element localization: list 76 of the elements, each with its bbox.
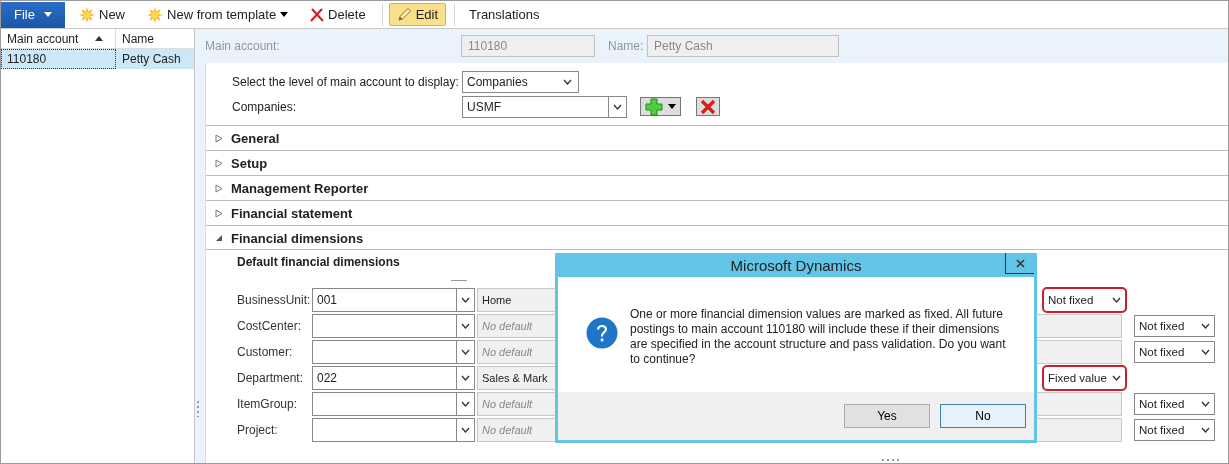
dimension-value-field[interactable] (312, 340, 475, 364)
caret-icon (668, 104, 676, 109)
question-icon (586, 317, 618, 349)
chevron-icon (1201, 349, 1210, 355)
section-header[interactable]: Management Reporter (206, 175, 1228, 200)
chevron-icon (461, 323, 470, 329)
caret-icon (280, 12, 289, 17)
field-label: Customer: (237, 345, 294, 359)
dialog-message: One or more financial dimension values are marked as fixed. All future postings to main account 110180 will include these if their dimensions are specified in the account structure and pass validation. Do you want to continue? (630, 307, 1007, 367)
chevron-icon (461, 375, 470, 381)
remove-button[interactable] (696, 97, 720, 116)
chevron-icon (1201, 323, 1210, 329)
file-menu-button[interactable]: File (1, 1, 65, 28)
field-label: Department: (237, 371, 305, 385)
toolbar-button[interactable]: Translations (461, 3, 548, 26)
dialog-button[interactable]: No (940, 404, 1026, 428)
dimension-value-field[interactable] (312, 314, 475, 338)
chevron-icon (461, 297, 470, 303)
collapsed-triangle-icon (215, 183, 223, 193)
collapsed-triangle-icon (215, 133, 223, 143)
collapsed-triangle-icon (215, 158, 223, 168)
section-header[interactable]: General (206, 125, 1228, 150)
close-button[interactable] (1005, 253, 1034, 274)
chevron-icon (613, 103, 622, 110)
dimension-value-field[interactable]: 022 (312, 366, 475, 390)
collapsed-triangle-icon (215, 208, 223, 218)
cross-icon (700, 98, 716, 115)
chevron-icon (461, 427, 470, 433)
dimension-value-field[interactable] (312, 418, 475, 442)
field-label: Main account: (205, 39, 281, 53)
chevron-icon (1112, 375, 1121, 381)
fixed-dropdown[interactable]: Not fixed (1134, 315, 1215, 337)
column-header[interactable]: Main account (1, 29, 116, 48)
cross-icon (310, 7, 325, 22)
fixed-dropdown[interactable]: Not fixed (1134, 393, 1215, 415)
group-title: Default financial dimensions (237, 255, 400, 271)
list-row[interactable]: 110180 Petty Cash (1, 49, 194, 69)
companies-field[interactable]: USMF (462, 95, 627, 118)
section-header[interactable]: Financial dimensions (206, 225, 1228, 250)
edit-button[interactable]: Edit (388, 3, 447, 26)
level-dropdown[interactable]: Companies (462, 70, 579, 93)
section-header[interactable]: Financial statement (206, 200, 1228, 225)
chevron-icon (563, 78, 572, 85)
field-label: Project: (237, 423, 279, 437)
dimension-value-field[interactable]: 001 (312, 288, 475, 312)
dialog-button[interactable]: Yes (844, 404, 930, 428)
pencil-icon (396, 7, 412, 22)
caret-icon (43, 12, 52, 17)
close-icon (1015, 258, 1025, 268)
fixed-dropdown[interactable]: Not fixed (1134, 341, 1215, 363)
delete-button[interactable]: Delete (302, 3, 374, 26)
sun-icon (147, 6, 163, 23)
column-header[interactable]: Name (116, 29, 194, 48)
chevron-icon (461, 349, 470, 355)
dimension-value-field[interactable] (312, 392, 475, 416)
field-label: BusinessUnit: (237, 293, 312, 307)
field-label: Name: (608, 39, 645, 53)
field-label: CostCenter: (237, 319, 303, 333)
fixed-dropdown[interactable]: Not fixed (1134, 419, 1215, 441)
new-button[interactable]: New (71, 3, 133, 26)
fixed-dropdown[interactable]: Not fixed (1042, 287, 1127, 313)
template-button[interactable]: New from template (139, 3, 297, 26)
plus-icon (645, 97, 663, 116)
field-label: Companies: (232, 99, 298, 114)
field-label: Select the level of main account to display: (232, 74, 460, 89)
chevron-icon (461, 401, 470, 407)
field-label: ItemGroup: (237, 397, 299, 411)
dialog-title: Microsoft Dynamics (729, 256, 863, 274)
add-button[interactable] (640, 97, 681, 116)
sun-icon (79, 6, 95, 23)
fixed-dropdown[interactable]: Fixed value (1042, 365, 1127, 391)
chevron-icon (1201, 427, 1210, 433)
chevron-icon (1112, 297, 1121, 303)
chevron-icon (1201, 401, 1210, 407)
section-header[interactable]: Setup (206, 150, 1228, 175)
expanded-triangle-icon (215, 234, 223, 242)
